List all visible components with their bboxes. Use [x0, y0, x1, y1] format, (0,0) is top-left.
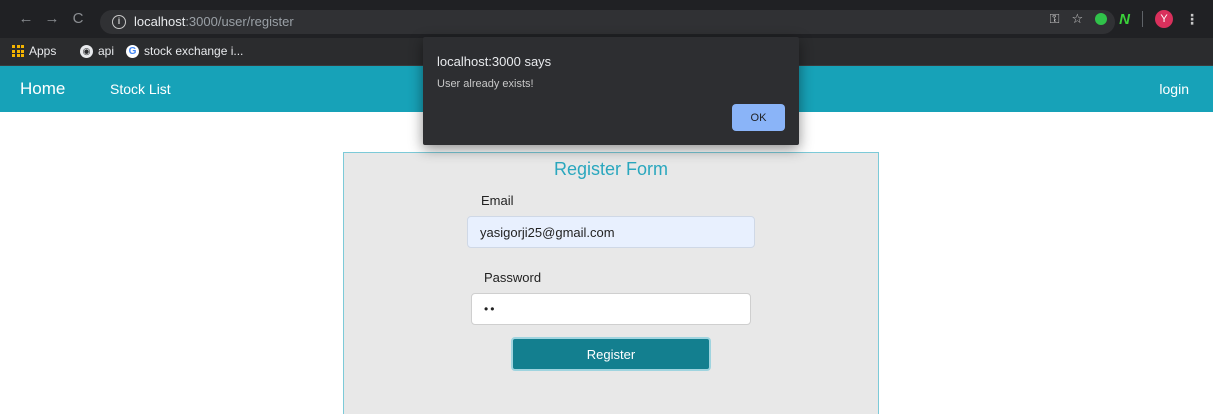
key-icon[interactable]: ⚿ — [1050, 11, 1060, 27]
nav-home-link[interactable]: Home — [20, 79, 65, 99]
apps-grid-icon — [12, 45, 24, 57]
nav-login-link[interactable]: login — [1159, 81, 1189, 97]
alert-dialog: localhost:3000 says User already exists!… — [423, 37, 799, 145]
email-label: Email — [481, 193, 514, 208]
reload-icon[interactable]: C — [70, 10, 86, 28]
browser-toolbar: ← → C i localhost:3000/user/register ⚿ ☆… — [0, 0, 1213, 38]
bookmark-stock-exchange[interactable]: G stock exchange i... — [126, 44, 243, 58]
dialog-title: localhost:3000 says — [437, 54, 552, 69]
bookmark-label: stock exchange i... — [144, 44, 244, 58]
register-form: Register Form Email Password Register — [343, 152, 879, 414]
email-input[interactable] — [467, 216, 755, 248]
url-text[interactable]: localhost:3000/user/register — [134, 14, 294, 29]
site-info-icon[interactable]: i — [112, 15, 126, 29]
bookmark-apps[interactable]: Apps — [12, 44, 56, 58]
bookmark-label: api — [98, 44, 115, 58]
bookmark-label: Apps — [29, 44, 57, 58]
forward-arrow-icon[interactable]: → — [44, 10, 60, 28]
extension-n-icon[interactable]: N — [1119, 11, 1130, 28]
url-host: localhost — [134, 14, 186, 29]
globe-icon: ◉ — [80, 44, 93, 58]
nav-stock-list-link[interactable]: Stock List — [110, 81, 171, 97]
dialog-ok-button[interactable]: OK — [732, 104, 785, 131]
password-label: Password — [484, 270, 542, 285]
extension-green-dot-icon[interactable] — [1095, 13, 1108, 25]
bookmark-api[interactable]: ◉ api — [80, 44, 114, 58]
toolbar-right-icons: ⚿ ☆ N Y ⋮ — [1050, 10, 1199, 28]
url-path: :3000/user/register — [185, 14, 294, 29]
back-arrow-icon[interactable]: ← — [18, 10, 34, 28]
toolbar-separator — [1142, 11, 1143, 27]
dialog-message: User already exists! — [437, 78, 534, 90]
page: ← → C i localhost:3000/user/register ⚿ ☆… — [0, 0, 1213, 414]
kebab-menu-icon[interactable]: ⋮ — [1185, 11, 1199, 28]
register-button[interactable]: Register — [511, 337, 711, 371]
nav-buttons: ← → C — [18, 10, 86, 28]
google-icon: G — [126, 44, 139, 58]
form-title: Register Form — [553, 159, 669, 179]
address-bar[interactable]: i localhost:3000/user/register — [100, 10, 1115, 34]
password-input[interactable] — [471, 293, 751, 325]
star-icon[interactable]: ☆ — [1072, 11, 1084, 27]
address-bar-area: i localhost:3000/user/register — [100, 10, 1200, 37]
profile-avatar[interactable]: Y — [1155, 10, 1173, 28]
